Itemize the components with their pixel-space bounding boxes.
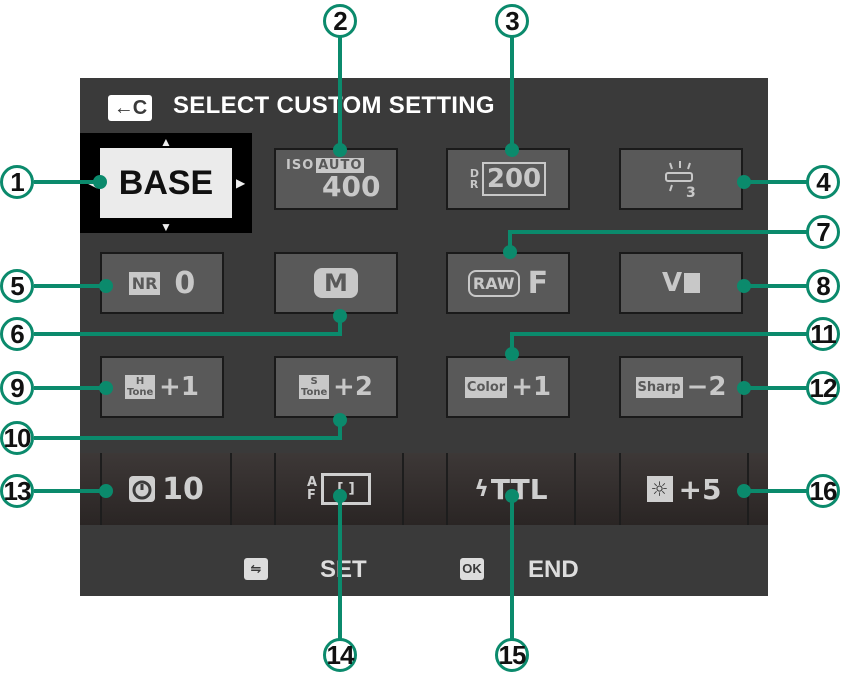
- callout-16: 16: [806, 474, 840, 508]
- callout-4: 4: [806, 165, 840, 199]
- callout-6: 6: [0, 317, 34, 351]
- callout-leaders: [34, 36, 808, 640]
- callout-5: 5: [0, 269, 34, 303]
- callout-3: 3: [495, 4, 529, 38]
- callout-12: 12: [806, 371, 840, 405]
- callout-8: 8: [806, 269, 840, 303]
- callout-14: 14: [323, 638, 357, 672]
- callout-2: 2: [323, 4, 357, 38]
- callout-13: 13: [0, 474, 34, 508]
- callout-1: 1: [0, 165, 34, 199]
- callout-9: 9: [0, 371, 34, 405]
- callout-10: 10: [0, 421, 34, 455]
- callout-7: 7: [806, 215, 840, 249]
- callout-15: 15: [495, 638, 529, 672]
- callout-11: 11: [806, 317, 840, 351]
